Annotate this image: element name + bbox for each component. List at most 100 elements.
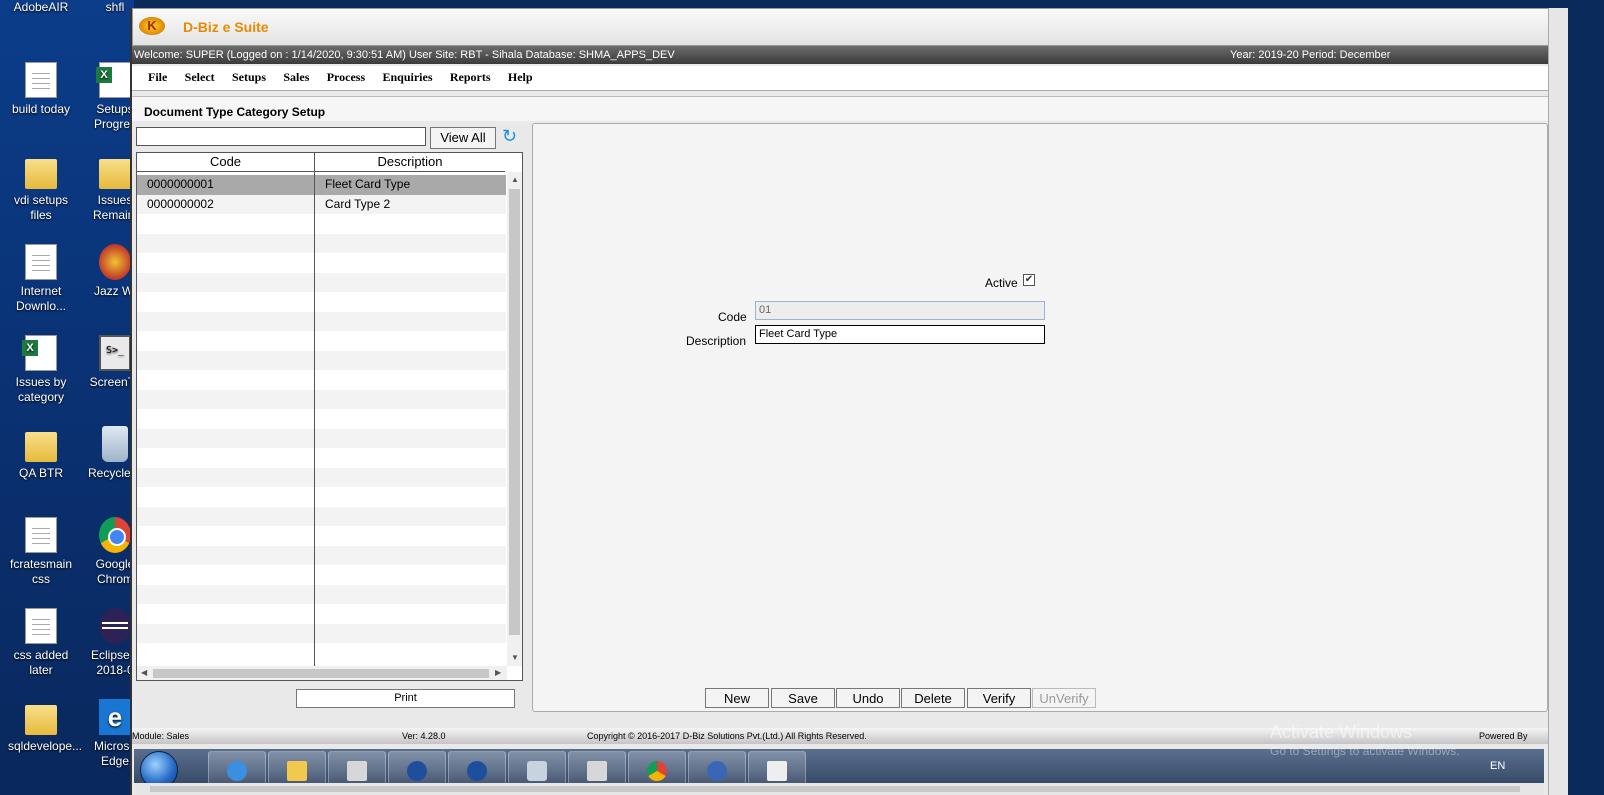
globe-icon [467,761,487,781]
menu-enquiries[interactable]: Enquiries [375,66,439,85]
desktop-icon-adobe-air[interactable]: AdobeAIR [8,0,74,15]
grid-vertical-scroll-thumb[interactable] [509,189,520,635]
scroll-right-icon[interactable]: ▶ [495,668,501,677]
description-field[interactable]: Fleet Card Type [755,325,1045,344]
active-label: Active [985,276,1018,290]
powered-by-text: Powered By [1479,731,1528,741]
verify-button[interactable]: Verify [967,688,1031,708]
folder-icon [99,159,131,189]
ie-icon [227,761,247,781]
jazz-icon [99,244,131,280]
folder-icon [287,761,307,781]
app-icon [707,761,727,781]
empty-row [137,545,506,565]
app-vertical-scrollbar[interactable] [1548,8,1569,795]
desktop-icon-label: build today [11,102,71,116]
desktop-icon-css-added-later[interactable]: css added later [8,608,74,678]
empty-row [137,623,506,643]
chrome-icon [99,517,131,553]
document-icon [25,608,57,644]
folder-icon [25,159,57,189]
desktop-icon-label: css added later [13,648,69,677]
globe-icon [407,761,427,781]
empty-row [137,584,506,604]
scroll-up-icon[interactable]: ▲ [511,175,519,184]
delete-button[interactable]: Delete [901,688,965,708]
empty-row [137,428,506,448]
empty-row [137,565,506,585]
empty-row [137,389,506,409]
app-icon [587,761,607,781]
code-field[interactable]: 01 [755,301,1045,320]
page-title: Document Type Category Setup [144,105,326,119]
dbiz-logo-icon: K [139,17,165,35]
desktop-icon-label: vdi setups files [13,193,69,222]
app-name: D-Biz e Suite [183,19,269,35]
table-row[interactable]: 0000000002 Card Type 2 [137,194,506,214]
table-row[interactable]: 0000000001 Fleet Card Type [137,175,506,195]
menu-select[interactable]: Select [177,66,221,85]
empty-row [137,331,506,351]
copyright-text: Copyright © 2016-2017 D-Biz Solutions Pv… [587,731,867,741]
menu-process[interactable]: Process [319,66,371,85]
edge-icon: e [99,699,131,735]
desktop-icon-label: QA BTR [18,466,63,480]
welcome-text: Welcome: SUPER (Logged on : 1/14/2020, 9… [134,49,675,61]
menu-setups[interactable]: Setups [224,66,272,85]
unverify-button: UnVerify [1032,688,1096,708]
menu-sales[interactable]: Sales [275,66,315,85]
save-button[interactable]: Save [771,688,835,708]
folder-icon [25,705,57,735]
view-all-button[interactable]: View All [430,127,496,149]
print-button[interactable]: Print [296,689,515,708]
column-header-description[interactable]: Description [315,153,505,172]
desktop-icon-vdi-setups[interactable]: vdi setups files [8,153,74,223]
app-window: K D-Biz e Suite Welcome: SUPER (Logged o… [130,8,1604,795]
code-label: Code [718,310,747,324]
menu-reports[interactable]: Reports [442,66,497,85]
empty-row [137,467,506,487]
active-checkbox[interactable]: ✔ [1023,274,1035,286]
activate-windows-title: Activate Windows [1270,722,1413,742]
scroll-left-icon[interactable]: ◀ [141,668,147,677]
desktop-icon-fcratesmain[interactable]: fcratesmain css [8,517,74,587]
language-indicator[interactable]: EN [1490,760,1505,772]
desktop-icon-internet-download[interactable]: Internet Downlo... [8,244,74,314]
desktop-icon-build-today[interactable]: build today [8,62,74,117]
eclipse-icon [99,608,131,644]
page-horizontal-scroll-thumb[interactable] [150,786,1520,792]
search-input[interactable] [136,127,426,146]
desktop-icon-label: sqldevelope... [8,739,83,753]
undo-button[interactable]: Undo [836,688,900,708]
document-shortcut-icon [25,244,57,280]
cell-code: 0000000001 [147,177,214,191]
database-icon [527,761,547,781]
module-text: Module: Sales [132,731,190,741]
menu-help[interactable]: Help [500,66,539,85]
new-button[interactable]: New [705,688,769,708]
empty-row [137,253,506,273]
welcome-bar: Welcome: SUPER (Logged on : 1/14/2020, 9… [132,46,1548,64]
column-header-code[interactable]: Code [137,153,315,172]
desktop-icon-issues-by-category[interactable]: Issues by category [8,335,74,405]
desktop-icon-label: Issues by category [15,375,67,404]
version-text: Ver: 4.28.0 [402,731,446,741]
desktop-gutter [1568,8,1604,795]
excel-icon [96,62,131,98]
cell-description: Card Type 2 [325,196,391,211]
empty-row [137,311,506,331]
app-icon [347,761,367,781]
grid-horizontal-scroll-thumb[interactable] [153,669,489,678]
empty-row [137,506,506,526]
desktop-icon-sqldeveloper[interactable]: sqldevelope... [8,699,82,754]
menu-file[interactable]: File [140,66,173,85]
empty-row [137,643,506,663]
desktop-icon-label: shfl [105,0,125,14]
desktop-icon-qa-btr[interactable]: QA BTR [8,426,74,481]
scroll-down-icon[interactable]: ▼ [511,653,519,662]
refresh-icon[interactable]: ↻ [502,126,522,146]
empty-row [137,370,506,390]
detail-form-panel: Active ✔ Code 01 Description Fleet Card … [532,123,1548,712]
app-title-bar: K D-Biz e Suite [132,8,1550,46]
desktop-icon-label: fcratesmain css [9,557,73,586]
